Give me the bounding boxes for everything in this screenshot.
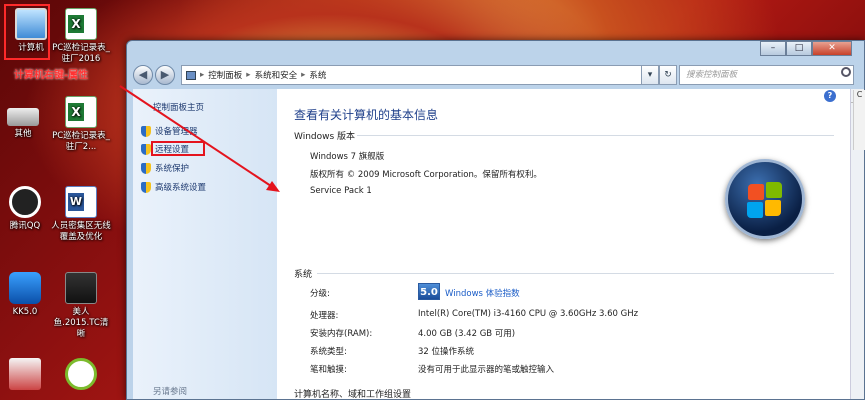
excel-icon (65, 8, 97, 40)
see-also-heading: 另请参阅 (153, 387, 188, 397)
desktop-icon-label: KK5.0 (12, 307, 38, 317)
refresh-icon[interactable]: ↻ (659, 65, 677, 85)
sidebar-item-label: 高级系统设置 (155, 183, 207, 193)
word-icon (65, 186, 97, 218)
shield-icon (141, 125, 151, 137)
caption-buttons: – □ ✕ (760, 41, 852, 56)
info-label: 处理器: (310, 311, 339, 321)
selection-highlight (4, 4, 50, 60)
drive-icon (7, 108, 39, 126)
system-window: – □ ✕ ◀ ▶ ▸ 控制面板 ▸ 系统和安全 ▸ 系统 ▾ ↻ 搜索控制面板… (126, 40, 865, 400)
main-content: 查看有关计算机的基本信息 Windows 版本 Windows 7 旗舰版 版权… (277, 89, 850, 399)
qq-penguin-icon (9, 186, 41, 218)
sidebar-item-system-protection[interactable]: 系统保护 (141, 162, 189, 174)
info-label: 系统类型: (310, 347, 347, 357)
kk-icon (9, 272, 41, 304)
info-label: 安装内存(RAM): (310, 329, 373, 339)
desktop-icon-label: PC巡检记录表_驻厂2016 (52, 43, 110, 64)
desktop-icon-excel-2[interactable]: PC巡检记录表_驻厂2... (50, 96, 112, 153)
breadcrumb-item[interactable]: 控制面板 (208, 69, 242, 81)
shield-icon (141, 143, 151, 155)
desktop-icon-excel-1[interactable]: PC巡检记录表_驻厂2016 (50, 8, 112, 65)
desktop-icon-house[interactable] (0, 358, 56, 393)
section-heading-edition: Windows 版本 (294, 132, 356, 142)
utorrent-icon (65, 358, 97, 390)
section-heading-computer-name: 计算机名称、域和工作组设置 (294, 390, 412, 399)
breadcrumb-item[interactable]: 系统和安全 (255, 69, 298, 81)
sidebar-item-label: 系统保护 (155, 164, 190, 174)
shield-icon (141, 162, 151, 174)
close-button[interactable]: ✕ (812, 41, 852, 56)
navigation-bar: ◀ ▶ ▸ 控制面板 ▸ 系统和安全 ▸ 系统 ▾ ↻ 搜索控制面板 (133, 64, 858, 86)
breadcrumb-item[interactable]: 系统 (309, 69, 326, 81)
desktop-icon-word[interactable]: 人员密集区无线覆盖及优化 (50, 186, 112, 243)
left-pane: 控制面板主页 设备管理器 远程设置 系统保护 高级系统设置 另请参阅 (133, 89, 277, 399)
divider (357, 135, 834, 136)
desktop-icon-qq[interactable]: 腾讯QQ (0, 186, 56, 232)
search-input[interactable]: 搜索控制面板 (679, 65, 854, 85)
sidebar-item-device-manager[interactable]: 设备管理器 (141, 125, 198, 137)
help-icon[interactable]: ? (824, 90, 836, 102)
sidebar-item-label: 设备管理器 (155, 127, 198, 137)
house-icon (9, 358, 41, 390)
desktop-icon-label: PC巡检记录表_驻厂2... (52, 131, 110, 152)
minimize-button[interactable]: – (760, 41, 786, 56)
desktop-icon-label: 其他 (14, 129, 32, 139)
highlight-box (151, 141, 205, 156)
control-panel-icon (186, 70, 196, 80)
info-value: 没有可用于此显示器的笔或触控输入 (418, 365, 555, 375)
experience-score-badge[interactable]: 5.0 (418, 283, 440, 300)
section-heading-system: 系统 (294, 270, 313, 280)
info-label: 笔和触摸: (310, 365, 347, 375)
dropdown-arrow-icon[interactable]: ▾ (641, 65, 659, 85)
video-file-icon (65, 272, 97, 304)
info-value: 4.00 GB (3.42 GB 可用) (418, 329, 516, 339)
desktop-icon-utorrent[interactable] (50, 358, 112, 393)
shield-icon (141, 181, 151, 193)
desktop-icon-label: 腾讯QQ (9, 221, 41, 231)
address-bar[interactable]: ▸ 控制面板 ▸ 系统和安全 ▸ 系统 (181, 65, 671, 85)
desktop-icon-label: 人员密集区无线覆盖及优化 (51, 221, 111, 242)
desktop-icon-other[interactable]: 其他 (0, 100, 54, 140)
desktop-icon-label: 美人鱼.2015.TC清晰 (53, 307, 109, 339)
info-value: Intel(R) Core(TM) i3-4160 CPU @ 3.60GHz … (418, 309, 639, 319)
search-icon[interactable] (841, 67, 851, 77)
control-panel-home-link[interactable]: 控制面板主页 (153, 101, 204, 113)
desktop-icon-kk[interactable]: KK5.0 (0, 272, 56, 318)
maximize-button[interactable]: □ (786, 41, 812, 56)
excel-icon (65, 96, 97, 128)
experience-index-link[interactable]: Windows 体验指数 (445, 287, 520, 299)
edition-value: Windows 7 旗舰版 (310, 152, 385, 162)
forward-button[interactable]: ▶ (155, 65, 175, 85)
page-title: 查看有关计算机的基本信息 (294, 108, 439, 122)
windows-logo-icon (725, 159, 805, 239)
service-pack-text: Service Pack 1 (310, 186, 372, 196)
sidebar-item-advanced-settings[interactable]: 高级系统设置 (141, 181, 206, 193)
divider (317, 273, 834, 274)
back-button[interactable]: ◀ (133, 65, 153, 85)
copyright-text: 版权所有 © 2009 Microsoft Corporation。保留所有权利… (310, 170, 542, 180)
background-window-edge: C (853, 90, 865, 150)
rating-label: 分级: (310, 289, 330, 299)
info-value: 32 位操作系统 (418, 347, 475, 357)
desktop-icon-video[interactable]: 美人鱼.2015.TC清晰 (50, 272, 112, 340)
annotation-text: 计算机右键-属性 (14, 70, 89, 81)
